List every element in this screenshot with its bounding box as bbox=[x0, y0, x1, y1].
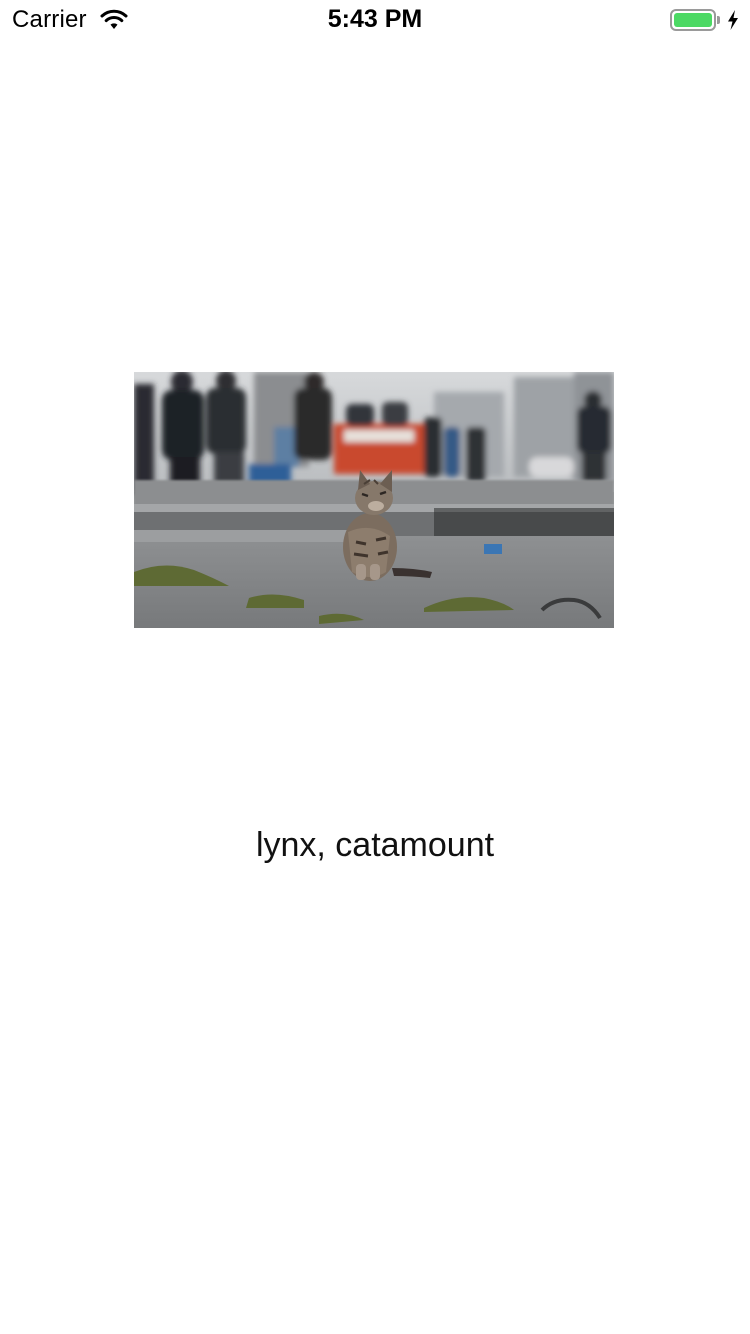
battery-icon bbox=[670, 9, 716, 31]
status-bar: Carrier 5:43 PM bbox=[0, 0, 750, 40]
photo-illustration bbox=[134, 372, 614, 628]
battery-tip bbox=[717, 16, 720, 24]
cat-photo bbox=[134, 372, 614, 628]
battery-level-fill bbox=[674, 13, 712, 27]
charging-bolt-icon bbox=[728, 10, 738, 30]
clock: 5:43 PM bbox=[327, 5, 423, 33]
prediction-label: lynx, catamount bbox=[255, 826, 495, 864]
